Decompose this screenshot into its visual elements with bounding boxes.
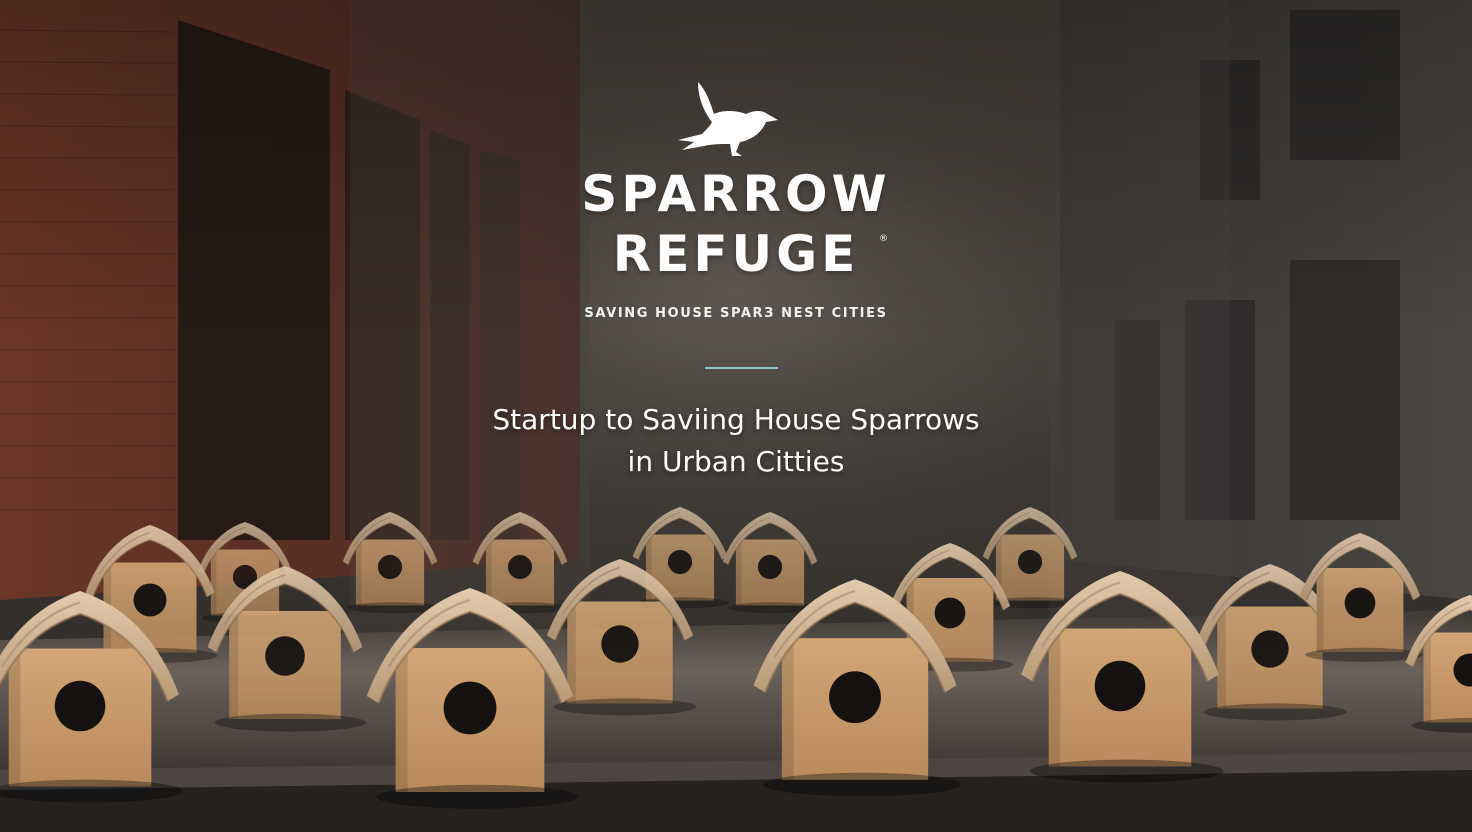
sparrow-bird-icon xyxy=(678,82,778,156)
hero-scene: SPARROW REFUGE ® SAVING HOUSE SPARЗ NEST… xyxy=(0,0,1472,832)
